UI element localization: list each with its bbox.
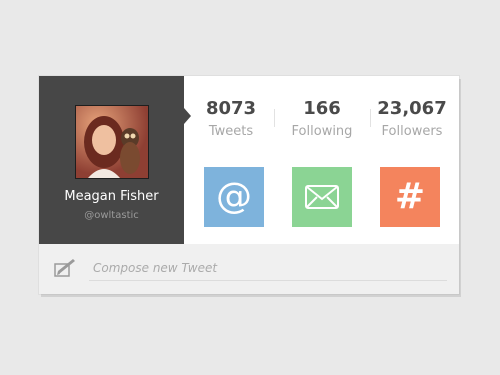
stat-following-value: 166 <box>303 98 341 119</box>
quill-pen-icon[interactable] <box>53 258 77 280</box>
messages-button[interactable] <box>292 167 352 227</box>
profile-handle[interactable]: @owltastic <box>39 210 184 221</box>
stat-following-label: Following <box>291 124 353 139</box>
envelope-icon <box>305 185 339 209</box>
hashtag-button[interactable]: # <box>380 167 440 227</box>
stat-divider <box>370 109 371 127</box>
stat-tweets-label: Tweets <box>208 124 254 139</box>
profile-panel: Meagan Fisher @owltastic <box>39 76 184 244</box>
at-sign-icon: @ <box>216 176 252 217</box>
stat-followers[interactable]: 23,067 Followers <box>375 98 449 139</box>
mentions-button[interactable]: @ <box>204 167 264 227</box>
compose-bar <box>39 244 459 294</box>
stat-followers-value: 23,067 <box>377 98 447 119</box>
profile-card: Meagan Fisher @owltastic 8073 Tweets 166… <box>39 76 459 294</box>
compose-tweet-input[interactable] <box>89 256 447 281</box>
stat-tweets[interactable]: 8073 Tweets <box>201 98 261 139</box>
hashtag-icon: # <box>394 176 426 217</box>
stat-tweets-value: 8073 <box>205 98 257 119</box>
stat-following[interactable]: 166 Following <box>283 98 361 139</box>
avatar[interactable] <box>75 105 149 179</box>
profile-name: Meagan Fisher <box>64 189 159 204</box>
stat-divider <box>274 109 275 127</box>
profile-arrow <box>184 108 191 124</box>
stat-followers-label: Followers <box>381 124 443 139</box>
